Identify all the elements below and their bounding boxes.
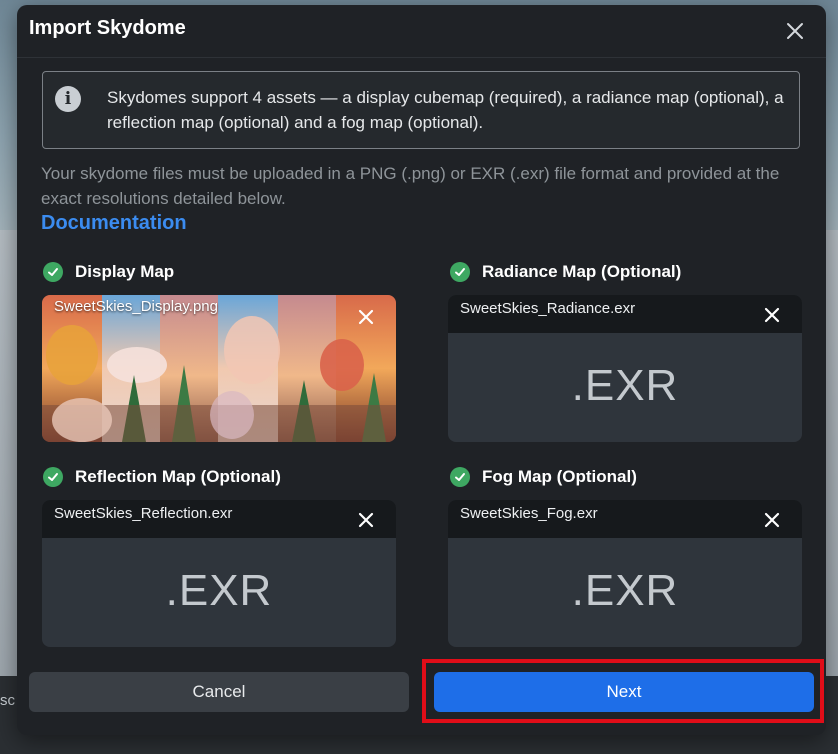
remove-file-button[interactable] (758, 301, 786, 329)
skydome-preview-image (42, 295, 396, 442)
fog-map-card: SweetSkies_Fog.exr .EXR (448, 500, 802, 647)
radiance-map-label: Radiance Map (Optional) (450, 262, 681, 282)
remove-file-button[interactable] (352, 303, 380, 331)
exr-placeholder: .EXR (571, 361, 679, 410)
close-icon (764, 307, 780, 323)
check-circle-icon (43, 262, 63, 282)
background-bar-text: sc (0, 692, 15, 709)
file-bar: SweetSkies_Radiance.exr (448, 295, 802, 333)
next-button-highlight (422, 659, 824, 723)
slot-label-text: Reflection Map (Optional) (75, 467, 281, 486)
fog-map-label: Fog Map (Optional) (450, 467, 637, 487)
exr-placeholder: .EXR (165, 566, 273, 615)
exr-placeholder: .EXR (571, 566, 679, 615)
check-circle-icon (450, 467, 470, 487)
info-banner: i Skydomes support 4 assets — a display … (42, 71, 800, 149)
check-circle-icon (43, 467, 63, 487)
info-text: Skydomes support 4 assets — a display cu… (107, 88, 784, 132)
close-icon (764, 512, 780, 528)
reflection-map-card: SweetSkies_Reflection.exr .EXR (42, 500, 396, 647)
close-icon (358, 512, 374, 528)
slot-filename: SweetSkies_Reflection.exr (54, 505, 233, 522)
import-skydome-dialog: Import Skydome i Skydomes support 4 asse… (17, 5, 826, 735)
file-bar: SweetSkies_Reflection.exr (42, 500, 396, 538)
documentation-link[interactable]: Documentation (41, 212, 187, 235)
info-icon: i (55, 86, 81, 112)
check-circle-icon (450, 262, 470, 282)
slot-label-text: Radiance Map (Optional) (482, 262, 682, 281)
cancel-button[interactable]: Cancel (29, 672, 409, 712)
remove-file-button[interactable] (758, 506, 786, 534)
slot-filename: SweetSkies_Radiance.exr (460, 300, 636, 317)
remove-file-button[interactable] (352, 506, 380, 534)
close-icon (787, 23, 803, 39)
format-note: Your skydome files must be uploaded in a… (41, 164, 780, 208)
slot-label-text: Fog Map (Optional) (482, 467, 637, 486)
slot-filename: SweetSkies_Display.png (54, 298, 218, 315)
reflection-map-label: Reflection Map (Optional) (43, 467, 281, 487)
display-map-label: Display Map (43, 262, 174, 282)
slot-filename: SweetSkies_Fog.exr (460, 505, 598, 522)
dialog-header: Import Skydome (17, 5, 826, 58)
display-map-card: SweetSkies_Display.png (42, 295, 396, 442)
close-icon (358, 309, 374, 325)
slot-label-text: Display Map (75, 262, 175, 281)
file-bar: SweetSkies_Fog.exr (448, 500, 802, 538)
dialog-title: Import Skydome (29, 17, 186, 39)
close-button[interactable] (779, 15, 811, 47)
radiance-map-card: SweetSkies_Radiance.exr .EXR (448, 295, 802, 442)
